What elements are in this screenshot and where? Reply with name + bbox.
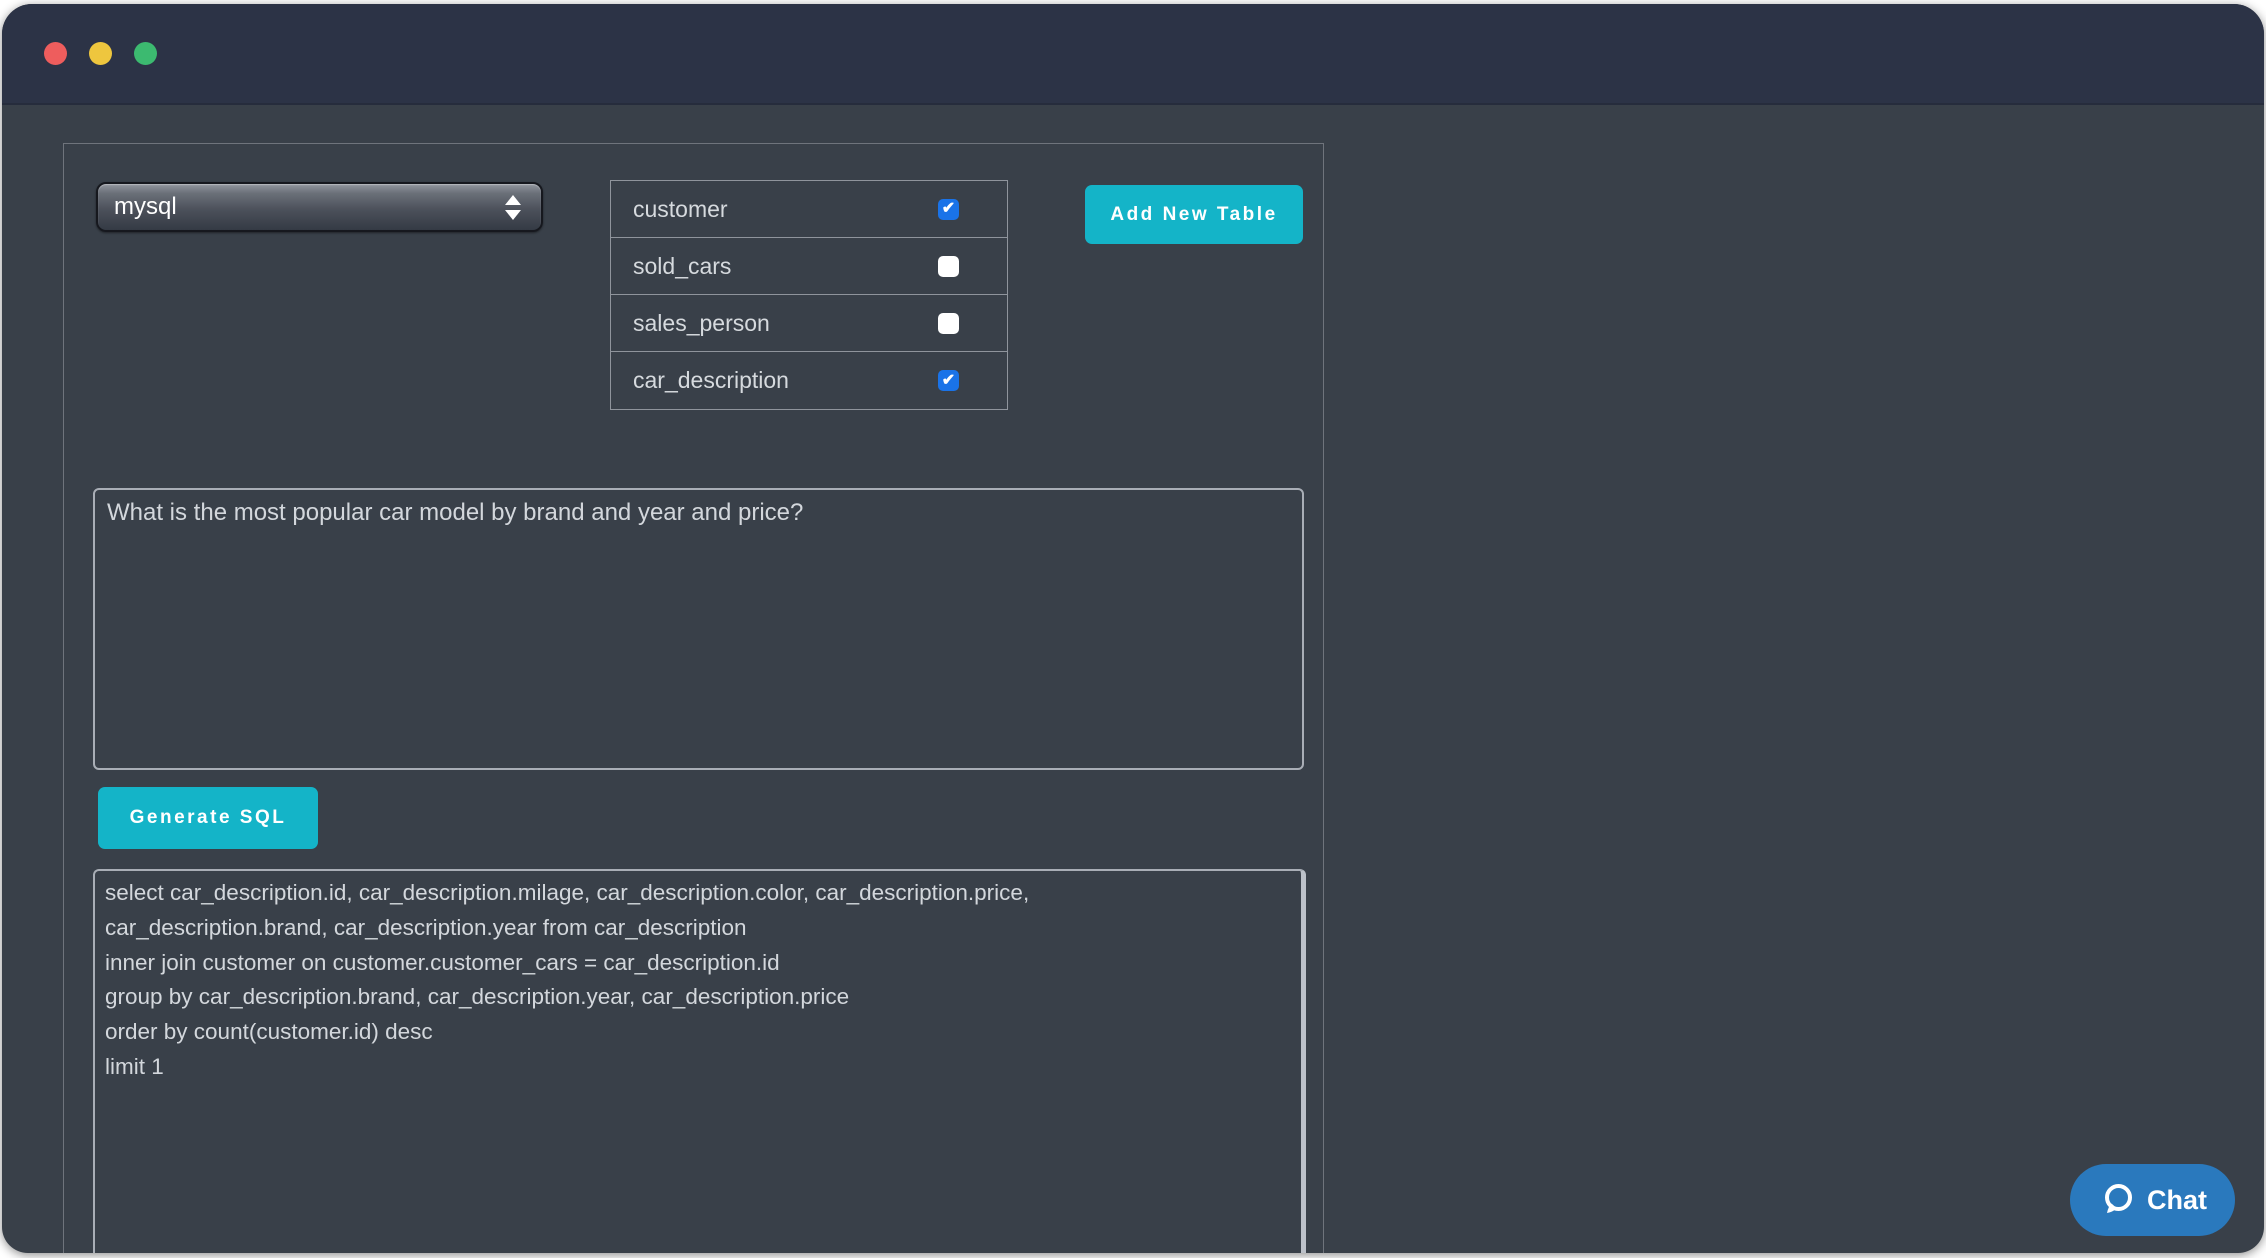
table-name-label: sold_cars (633, 253, 938, 280)
table-checkbox[interactable] (938, 370, 959, 391)
add-new-table-button[interactable]: Add New Table (1085, 185, 1303, 244)
chat-button[interactable]: Chat (2070, 1164, 2235, 1236)
sql-output[interactable]: select car_description.id, car_descripti… (93, 869, 1306, 1253)
database-select[interactable]: mysql (96, 182, 543, 232)
table-name-label: customer (633, 196, 938, 223)
window-titlebar (2, 4, 2264, 105)
main-panel: mysql customer sold_cars sales_person ca… (63, 143, 1324, 1253)
chat-bubble-icon (2098, 1181, 2136, 1219)
arrow-down-icon (505, 210, 521, 220)
arrow-up-icon (505, 195, 521, 205)
question-input[interactable]: What is the most popular car model by br… (93, 488, 1304, 770)
minimize-window-button[interactable] (89, 42, 112, 65)
table-list: customer sold_cars sales_person car_desc… (610, 180, 1008, 410)
close-window-button[interactable] (44, 42, 67, 65)
table-checkbox[interactable] (938, 199, 959, 220)
chat-button-label: Chat (2147, 1185, 2207, 1216)
table-checkbox[interactable] (938, 313, 959, 334)
generate-sql-button[interactable]: Generate SQL (98, 787, 318, 849)
database-select-value: mysql (114, 193, 177, 221)
table-row: car_description (611, 352, 1007, 409)
zoom-window-button[interactable] (134, 42, 157, 65)
table-name-label: sales_person (633, 310, 938, 337)
table-row: sold_cars (611, 238, 1007, 295)
table-checkbox[interactable] (938, 256, 959, 277)
table-row: sales_person (611, 295, 1007, 352)
app-window: mysql customer sold_cars sales_person ca… (2, 4, 2264, 1253)
select-spinner-icon (505, 195, 527, 220)
table-name-label: car_description (633, 367, 938, 394)
table-row: customer (611, 181, 1007, 238)
